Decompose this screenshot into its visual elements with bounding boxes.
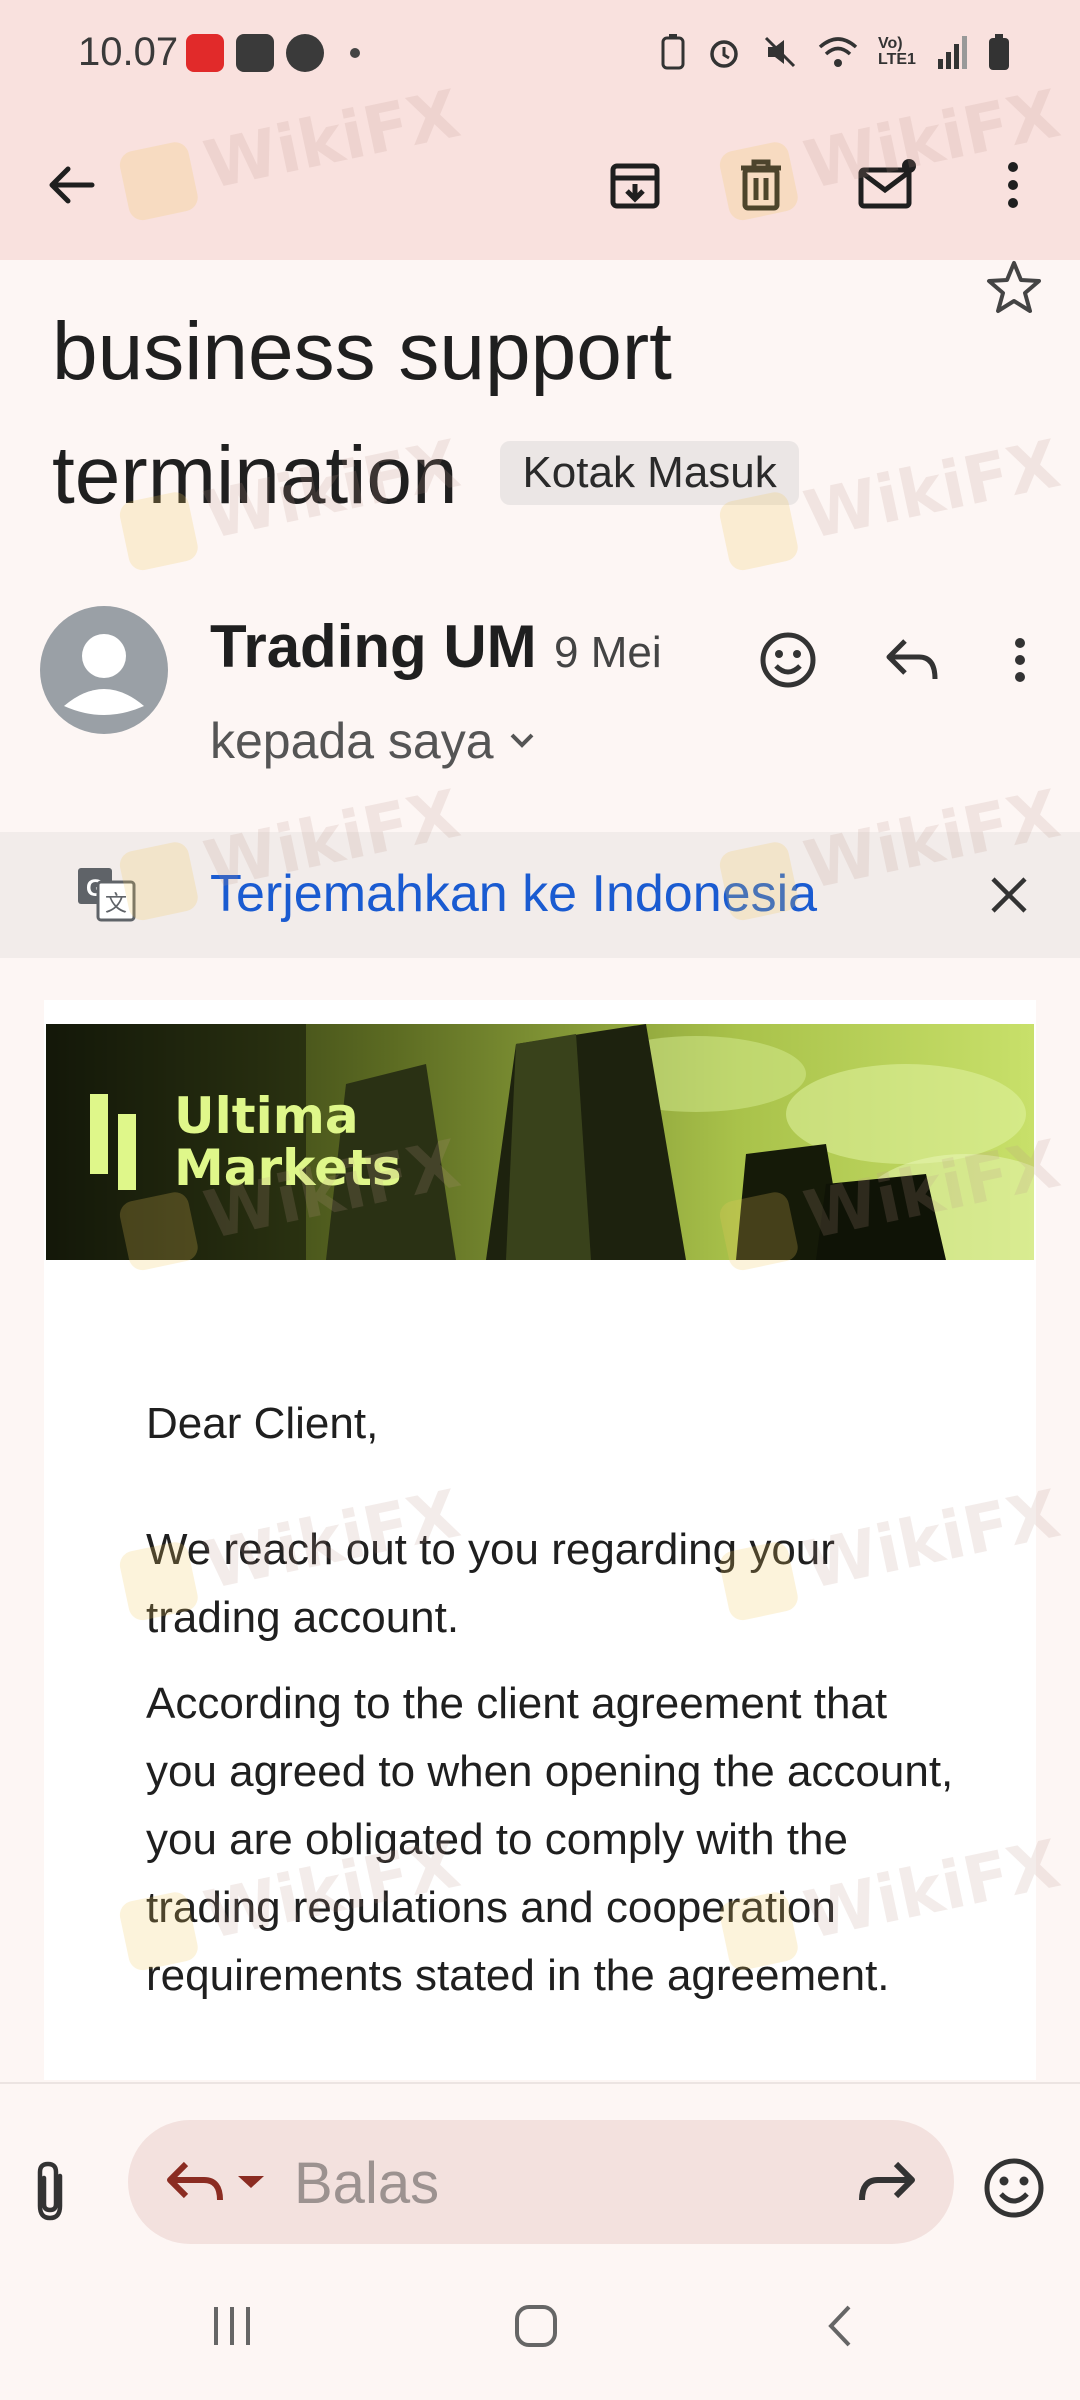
add-reaction-button[interactable] xyxy=(748,620,828,700)
logo-line-2: Markets xyxy=(174,1139,402,1197)
play-app-icon xyxy=(286,34,324,72)
sender-name[interactable]: Trading UM xyxy=(210,612,537,681)
recipient-details-toggle[interactable]: kepada saya xyxy=(210,712,536,770)
more-notifications-dot xyxy=(350,48,360,58)
reply-button[interactable] xyxy=(872,620,952,700)
system-navigation-bar xyxy=(0,2252,1080,2400)
chevron-down-icon xyxy=(510,733,533,748)
forward-button[interactable] xyxy=(854,2152,918,2212)
status-time: 10.07 xyxy=(78,30,179,74)
attachment-icon xyxy=(37,2161,63,2221)
inbox-label-chip[interactable]: Kotak Masuk xyxy=(500,441,799,506)
translate-link[interactable]: Terjemahkan ke Indonesia xyxy=(210,864,817,924)
reply-type-icon[interactable] xyxy=(164,2152,228,2212)
email-date: 9 Mei xyxy=(554,628,662,677)
emoji-button[interactable] xyxy=(982,2156,1052,2226)
home-icon xyxy=(515,2305,557,2347)
more-options-button[interactable] xyxy=(968,140,1058,230)
emoji-icon xyxy=(984,2158,1044,2218)
system-back-button[interactable] xyxy=(800,2296,880,2356)
system-back-icon xyxy=(828,2305,851,2347)
battery-saver-icon xyxy=(661,34,685,70)
svg-text:文: 文 xyxy=(105,892,127,917)
archive-icon xyxy=(610,163,660,209)
paragraph-1: We reach out to you regarding your tradi… xyxy=(146,1525,835,1642)
signal-icon xyxy=(938,36,967,69)
emoji-icon xyxy=(760,632,816,688)
logo-line-1: Ultima xyxy=(174,1087,359,1145)
more-vert-icon xyxy=(1015,638,1025,682)
ultima-logo-icon xyxy=(90,1094,154,1195)
youtube-app-icon xyxy=(236,34,274,72)
more-vert-icon xyxy=(1008,162,1018,208)
email-subject: business support termination Kotak Masuk xyxy=(52,290,952,538)
opera-app-icon xyxy=(186,34,224,72)
back-icon xyxy=(49,166,95,204)
email-body-text: Dear Client, We reach out to you regardi… xyxy=(146,1390,966,2028)
person-icon xyxy=(64,634,144,715)
recents-button[interactable] xyxy=(192,2296,272,2356)
star-button[interactable] xyxy=(984,258,1044,318)
greeting: Dear Client, xyxy=(146,1399,379,1448)
notification-icons xyxy=(186,34,360,72)
recipient-text: kepada saya xyxy=(210,713,494,769)
battery-icon xyxy=(989,34,1009,70)
message-more-button[interactable] xyxy=(980,620,1060,700)
attach-button[interactable] xyxy=(30,2160,90,2230)
network-label: Vo) LTE1 xyxy=(878,35,916,68)
close-translate-button[interactable] xyxy=(974,860,1044,930)
delete-button[interactable] xyxy=(716,140,806,230)
alarm-icon xyxy=(710,40,738,68)
sender-avatar[interactable] xyxy=(40,606,168,734)
ultima-logo-text: Ultima Markets xyxy=(174,1090,402,1194)
close-icon xyxy=(991,877,1027,913)
wifi-icon xyxy=(818,37,858,67)
reply-type-dropdown-icon[interactable] xyxy=(236,2172,266,2192)
mark-unread-button[interactable] xyxy=(842,140,932,230)
email-toolbar xyxy=(0,110,1080,260)
translate-icon: G文 xyxy=(74,862,138,926)
star-icon xyxy=(987,261,1041,313)
back-button[interactable] xyxy=(26,140,116,230)
reply-icon xyxy=(886,639,938,680)
delete-icon xyxy=(741,159,781,211)
email-body: Ultima Markets Dear Client, We reach out… xyxy=(44,1000,1036,2080)
reply-input[interactable]: Balas xyxy=(128,2120,954,2244)
system-icons: Vo) LTE1 xyxy=(660,34,1010,70)
reply-placeholder: Balas xyxy=(294,2151,440,2216)
recents-icon xyxy=(214,2307,250,2345)
translate-bar: G文 Terjemahkan ke Indonesia xyxy=(0,832,1080,958)
forward-icon xyxy=(859,2161,915,2201)
home-button[interactable] xyxy=(496,2296,576,2356)
quick-reply-bar: Balas xyxy=(0,2082,1080,2252)
paragraph-2: According to the client agreement that y… xyxy=(146,1679,954,2000)
archive-button[interactable] xyxy=(590,140,680,230)
status-bar: 10.07 Vo) LTE1 xyxy=(0,0,1080,110)
mark-unread-icon xyxy=(858,159,916,209)
ultima-markets-banner: Ultima Markets xyxy=(46,1024,1034,1260)
mute-icon xyxy=(764,36,796,68)
